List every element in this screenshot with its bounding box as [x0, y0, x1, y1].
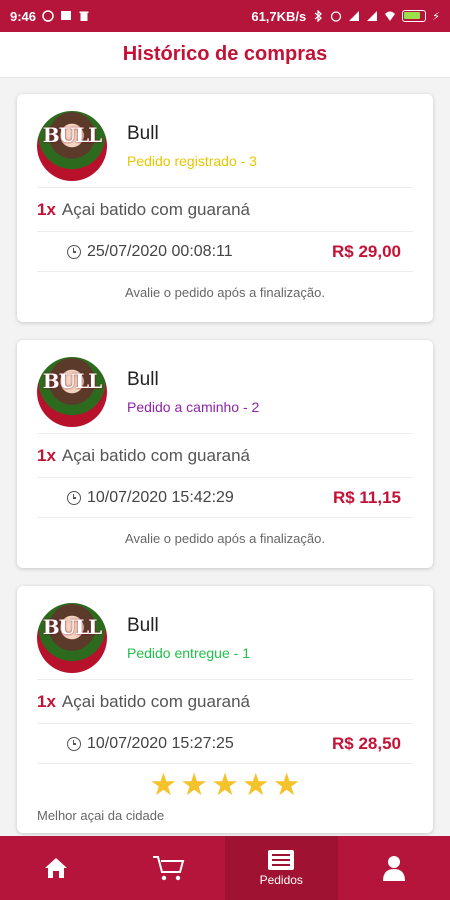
orders-list[interactable]: BULL Bull Pedido registrado - 3 1x Açai …: [0, 78, 450, 836]
user-icon: [382, 856, 405, 881]
alarm-icon: [331, 11, 342, 22]
page-title: Histórico de compras: [122, 43, 328, 65]
star-icon: ★: [149, 766, 178, 802]
rating-note: Avalie o pedido após a finalização.: [125, 284, 325, 300]
battery-icon: [402, 10, 427, 22]
order-card[interactable]: BULL Bull Pedido registrado - 3 1x Açai …: [17, 94, 433, 322]
nav-cart[interactable]: [113, 836, 226, 900]
rating-stars: ★ ★ ★ ★ ★: [37, 764, 413, 804]
item-name: Açai batido com guaraná: [61, 199, 250, 219]
nav-profile[interactable]: [338, 836, 450, 900]
store-name: Bull: [127, 614, 159, 636]
star-icon: ★: [241, 766, 270, 802]
rating-note: Avalie o pedido após a finalização.: [125, 530, 325, 546]
orders-icon: [268, 850, 295, 870]
network-speed: 61,7KB/s: [251, 8, 307, 24]
store-logo: BULL: [37, 602, 107, 673]
clock-icon: [67, 490, 81, 505]
clock-icon: [67, 736, 81, 751]
bluetooth-icon: [314, 10, 323, 22]
star-icon: ★: [180, 766, 209, 802]
order-datetime: 10/07/2020 15:42:29: [87, 488, 234, 506]
logo-text: BULL: [42, 122, 102, 147]
star-icon: ★: [272, 766, 301, 802]
review-text: Melhor açai da cidade: [37, 808, 165, 823]
order-header: BULL Bull Pedido a caminho - 2: [37, 350, 413, 434]
status-bar: 9:46 61,7KB/s ⚡: [0, 0, 450, 32]
clock-icon: [67, 244, 81, 259]
order-status: Pedido entregue - 1: [127, 644, 250, 661]
item-quantity: 1x: [37, 445, 56, 465]
status-right: 61,7KB/s ⚡: [251, 9, 440, 24]
order-status: Pedido a caminho - 2: [127, 398, 260, 415]
order-date: 10/07/2020 15:42:29: [67, 489, 234, 507]
order-datetime: 25/07/2020 00:08:11: [87, 242, 233, 260]
order-date: 25/07/2020 00:08:11: [67, 243, 233, 261]
store-logo: BULL: [37, 110, 107, 181]
order-datetime: 10/07/2020 15:27:25: [87, 734, 234, 752]
nav-home[interactable]: [0, 836, 113, 900]
order-item: 1x Açai batido com guaraná: [37, 680, 413, 724]
app-header: Histórico de compras: [0, 32, 450, 78]
store-name: Bull: [127, 122, 159, 144]
order-item: 1x Açai batido com guaraná: [37, 188, 413, 232]
order-info: 10/07/2020 15:42:29 R$ 11,15: [37, 478, 413, 518]
store-info: Bull Pedido registrado - 3: [127, 123, 257, 169]
whatsapp-icon: [42, 10, 54, 22]
signal-icon: [349, 11, 360, 21]
charging-icon: ⚡: [432, 10, 440, 23]
nav-orders-label: Pedidos: [259, 873, 303, 887]
signal-icon-2: [367, 11, 378, 21]
trash-icon: [79, 11, 89, 21]
order-date: 10/07/2020 15:27:25: [67, 735, 234, 753]
order-card[interactable]: BULL Bull Pedido entregue - 1 1x Açai ba…: [17, 586, 433, 833]
wifi-icon: [385, 11, 396, 21]
store-info: Bull Pedido a caminho - 2: [127, 369, 259, 415]
nav-orders[interactable]: Pedidos: [225, 836, 338, 900]
order-status: Pedido registrado - 3: [127, 152, 257, 169]
store-info: Bull Pedido entregue - 1: [127, 615, 250, 661]
clock-time: 9:46: [10, 8, 37, 24]
logo-text: BULL: [42, 368, 102, 393]
order-price: R$ 11,15: [332, 487, 401, 507]
order-price: R$ 29,00: [332, 241, 401, 261]
order-item: 1x Açai batido com guaraná: [37, 434, 413, 478]
star-icon: ★: [211, 766, 239, 802]
order-card[interactable]: BULL Bull Pedido a caminho - 2 1x Açai b…: [17, 340, 433, 568]
order-header: BULL Bull Pedido registrado - 3: [37, 104, 413, 188]
cart-icon: [152, 856, 185, 881]
store-name: Bull: [127, 368, 159, 390]
twitch-icon: [61, 11, 72, 20]
item-quantity: 1x: [37, 691, 56, 711]
item-quantity: 1x: [37, 199, 56, 219]
store-logo: BULL: [37, 356, 107, 427]
order-header: BULL Bull Pedido entregue - 1: [37, 596, 413, 680]
bottom-nav: Pedidos: [0, 836, 450, 900]
item-name: Açai batido com guaraná: [61, 691, 250, 711]
home-icon: [45, 858, 68, 878]
logo-text: BULL: [42, 614, 102, 639]
item-name: Açai batido com guaraná: [61, 445, 250, 465]
status-left: 9:46: [10, 9, 90, 24]
order-info: 25/07/2020 00:08:11 R$ 29,00: [37, 232, 413, 272]
order-info: 10/07/2020 15:27:25 R$ 28,50: [37, 724, 413, 764]
order-price: R$ 28,50: [332, 733, 401, 753]
